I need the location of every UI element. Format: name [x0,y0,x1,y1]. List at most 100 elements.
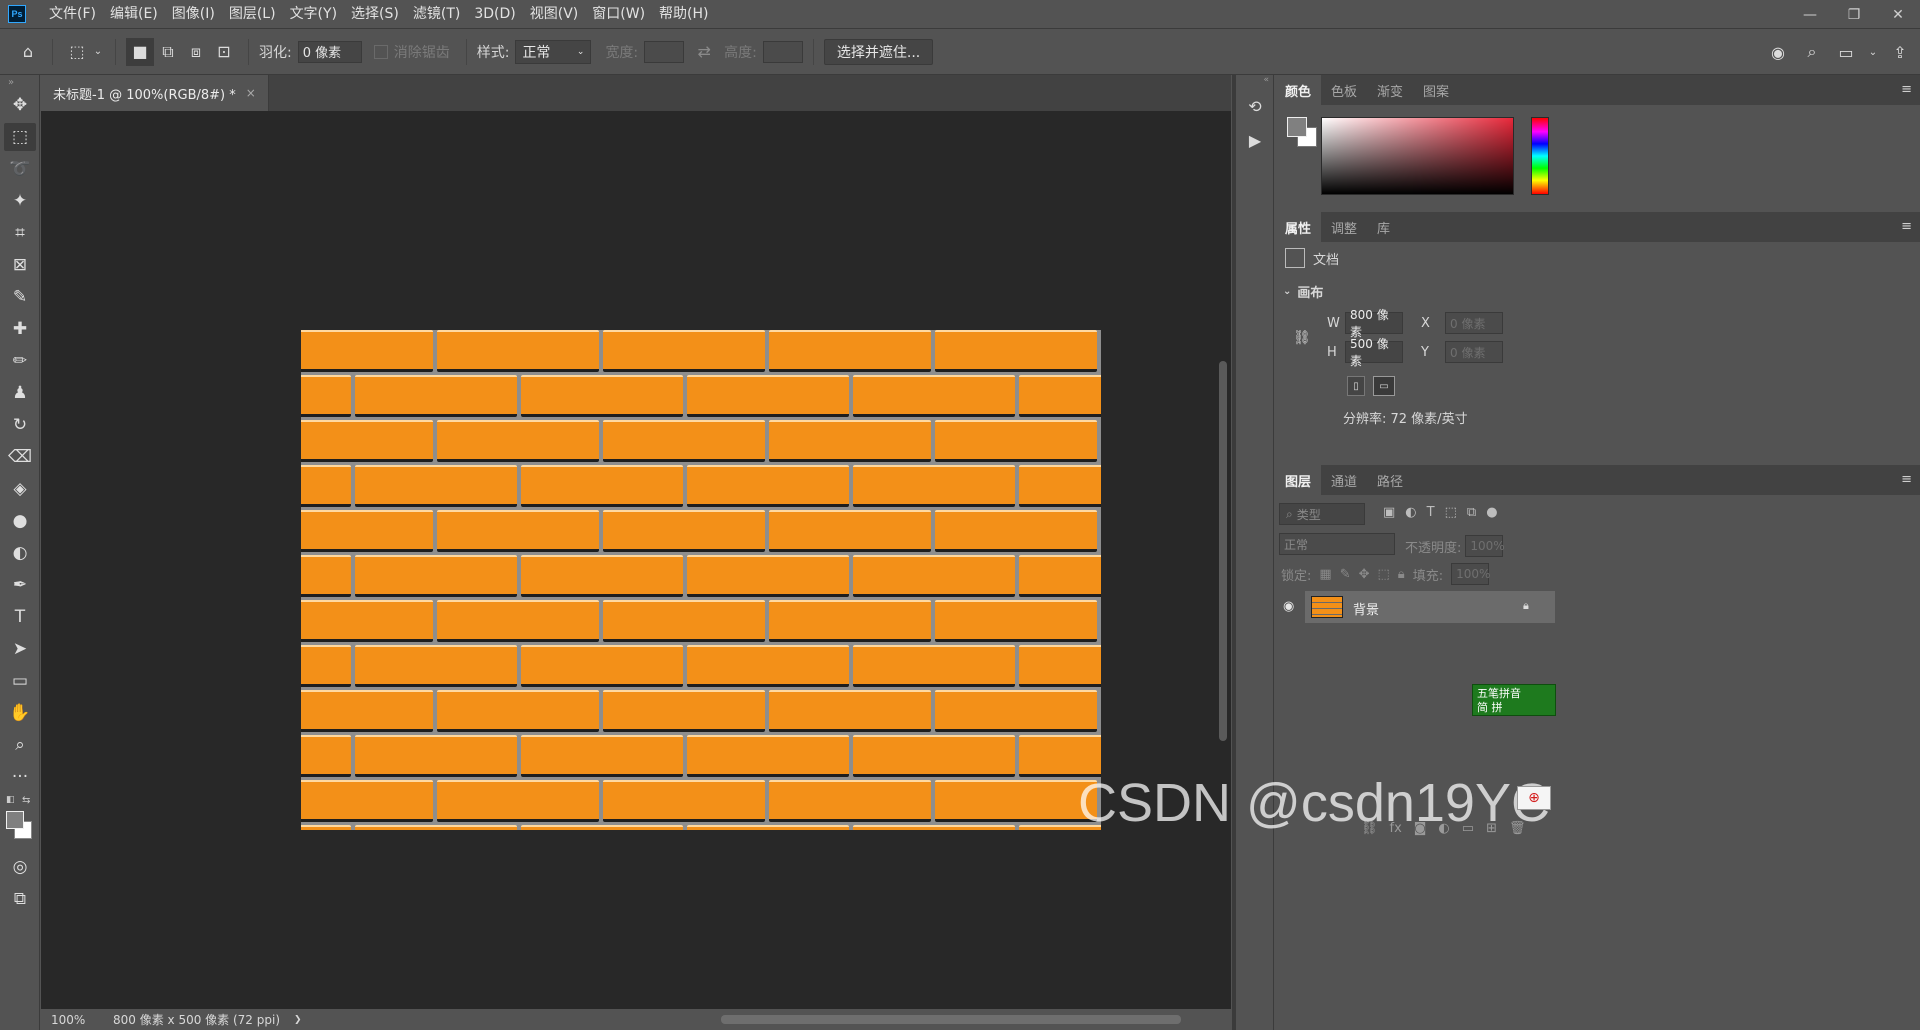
menu-file[interactable]: 文件(F) [42,0,103,29]
tab-layers[interactable]: 图层 [1275,465,1322,495]
user-icon[interactable]: ◉ [1764,38,1792,66]
type-filter-icon[interactable]: T [1427,505,1435,520]
menu-layer[interactable]: 图层(L) [222,0,283,29]
vertical-scroll-thumb[interactable] [1219,361,1227,741]
collapse-icon[interactable]: » [0,75,39,89]
zoom-tool-icon[interactable]: ⌕ [4,731,36,759]
close-button[interactable]: ✕ [1876,0,1920,29]
dodge-tool-icon[interactable]: ◐ [4,539,36,567]
menu-help[interactable]: 帮助(H) [652,0,715,29]
menu-3d[interactable]: 3D(D) [467,0,522,29]
menu-edit[interactable]: 编辑(E) [103,0,165,29]
type-tool-icon[interactable]: T [4,603,36,631]
lock-position-icon[interactable]: ✥ [1359,567,1370,582]
actions-play-icon[interactable]: ▶ [1240,125,1270,155]
portrait-icon[interactable]: ▯ [1347,376,1365,396]
menu-window[interactable]: 窗口(W) [585,0,652,29]
lock-transparency-icon[interactable]: ▦ [1319,567,1331,582]
close-icon[interactable]: × [246,86,256,100]
tab-gradients[interactable]: 渐变 [1367,75,1413,105]
fill-input[interactable]: 100% [1451,563,1490,585]
tab-swatches[interactable]: 色板 [1321,75,1367,105]
canvas-width-input[interactable]: 800 像素 [1345,308,1403,339]
minimize-button[interactable]: — [1788,0,1832,29]
rect-marquee-tool-icon[interactable]: ⬚ [4,123,36,151]
lock-pixels-icon[interactable]: ✎ [1340,567,1351,582]
history-brush-tool-icon[interactable]: ↻ [4,411,36,439]
add-selection-icon[interactable]: ⧉ [154,38,182,66]
crop-tool-icon[interactable]: ⌗ [4,219,36,247]
tab-libraries[interactable]: 库 [1367,212,1400,242]
swap-icon[interactable]: ⇄ [690,38,718,66]
intersect-selection-icon[interactable]: ⊡ [210,38,238,66]
chevron-down-icon[interactable]: ⌄ [91,38,105,66]
chevron-right-icon[interactable]: ❯ [294,1015,302,1025]
smart-object-filter-icon[interactable]: ⧉ [1467,505,1476,520]
menu-type[interactable]: 文字(Y) [283,0,344,29]
tab-channels[interactable]: 通道 [1321,465,1367,495]
adjustment-filter-icon[interactable]: ◐ [1405,505,1416,520]
feather-input[interactable]: 0 像素 [297,40,362,63]
menu-view[interactable]: 视图(V) [523,0,586,29]
eyedropper-tool-icon[interactable]: ✎ [4,283,36,311]
eraser-tool-icon[interactable]: ⌫ [4,443,36,471]
lasso-tool-icon[interactable]: ➰ [4,155,36,183]
tab-color[interactable]: 颜色 [1275,75,1322,105]
magic-wand-tool-icon[interactable]: ✦ [4,187,36,215]
more-tools-icon[interactable]: ··· [4,763,36,791]
antialias-checkbox[interactable] [373,44,388,59]
pen-tool-icon[interactable]: ✒ [4,571,36,599]
shape-filter-icon[interactable]: ⬚ [1445,505,1457,520]
tab-patterns[interactable]: 图案 [1413,75,1459,105]
canvas-x-input[interactable]: 0 像素 [1445,312,1503,334]
marquee-preset-icon[interactable]: ⬚ [63,38,91,66]
lock-all-icon[interactable]: 🔒︎ [1398,567,1405,582]
hand-tool-icon[interactable]: ✋ [4,699,36,727]
hue-slider[interactable] [1531,117,1549,195]
width-input[interactable] [644,40,685,63]
workspace-icon[interactable]: ▭ [1832,38,1860,66]
paint-bucket-tool-icon[interactable]: ◈ [4,475,36,503]
filter-toggle-icon[interactable]: ● [1486,505,1497,520]
restore-button[interactable]: ❐ [1832,0,1876,29]
rectangle-tool-icon[interactable]: ▭ [4,667,36,695]
document-tab[interactable]: 未标题-1 @ 100%(RGB/8#) * × [41,75,269,111]
brush-tool-icon[interactable]: ✏ [4,347,36,375]
link-icon[interactable]: ⛓ [1293,330,1311,346]
panel-menu-icon[interactable]: ≡ [1901,219,1912,234]
color-panel-swatches[interactable] [1285,115,1321,151]
collapse-icon[interactable]: « [1236,75,1273,87]
menu-filter[interactable]: 滤镜(T) [406,0,467,29]
new-selection-icon[interactable]: ■ [126,37,154,66]
panel-menu-icon[interactable]: ≡ [1901,472,1912,487]
path-selection-tool-icon[interactable]: ➤ [4,635,36,663]
menu-image[interactable]: 图像(I) [165,0,222,29]
foreground-color-swatch[interactable] [1287,117,1307,137]
landscape-icon[interactable]: ▭ [1373,376,1395,396]
move-tool-icon[interactable]: ✥ [4,91,36,119]
tab-adjustments[interactable]: 调整 [1321,212,1367,242]
menu-select[interactable]: 选择(S) [344,0,406,29]
tab-properties[interactable]: 属性 [1275,212,1322,242]
canvas-area[interactable] [41,111,1215,1009]
subtract-selection-icon[interactable]: ⧈ [182,38,210,66]
home-icon[interactable]: ⌂ [14,38,42,66]
canvas-height-input[interactable]: 500 像素 [1345,337,1403,368]
stamp-tool-icon[interactable]: ♟ [4,379,36,407]
tab-paths[interactable]: 路径 [1367,465,1413,495]
blur-tool-icon[interactable]: ● [4,507,36,535]
image-filter-icon[interactable]: ▣ [1383,505,1395,520]
ime-status-bar[interactable]: 五笔拼音 简 拼 [1472,684,1556,716]
search-icon[interactable]: ⌕ [1798,38,1826,66]
ime-seal-icon[interactable]: ⊕ [1517,786,1551,810]
share-icon[interactable]: ⇪ [1886,38,1914,66]
brick-wall-image[interactable] [301,330,1101,830]
opacity-input[interactable]: 100% [1465,535,1505,557]
swap-colors-icon[interactable]: ⇆ [22,795,30,806]
select-and-mask-button[interactable]: 选择并遮住... [823,38,934,65]
blend-mode-select[interactable]: 正常 [1279,533,1395,555]
eye-icon[interactable]: ◉ [1283,599,1294,614]
vertical-scrollbar[interactable] [1215,111,1231,1009]
color-picker-field[interactable] [1321,117,1514,195]
frame-tool-icon[interactable]: ⊠ [4,251,36,279]
